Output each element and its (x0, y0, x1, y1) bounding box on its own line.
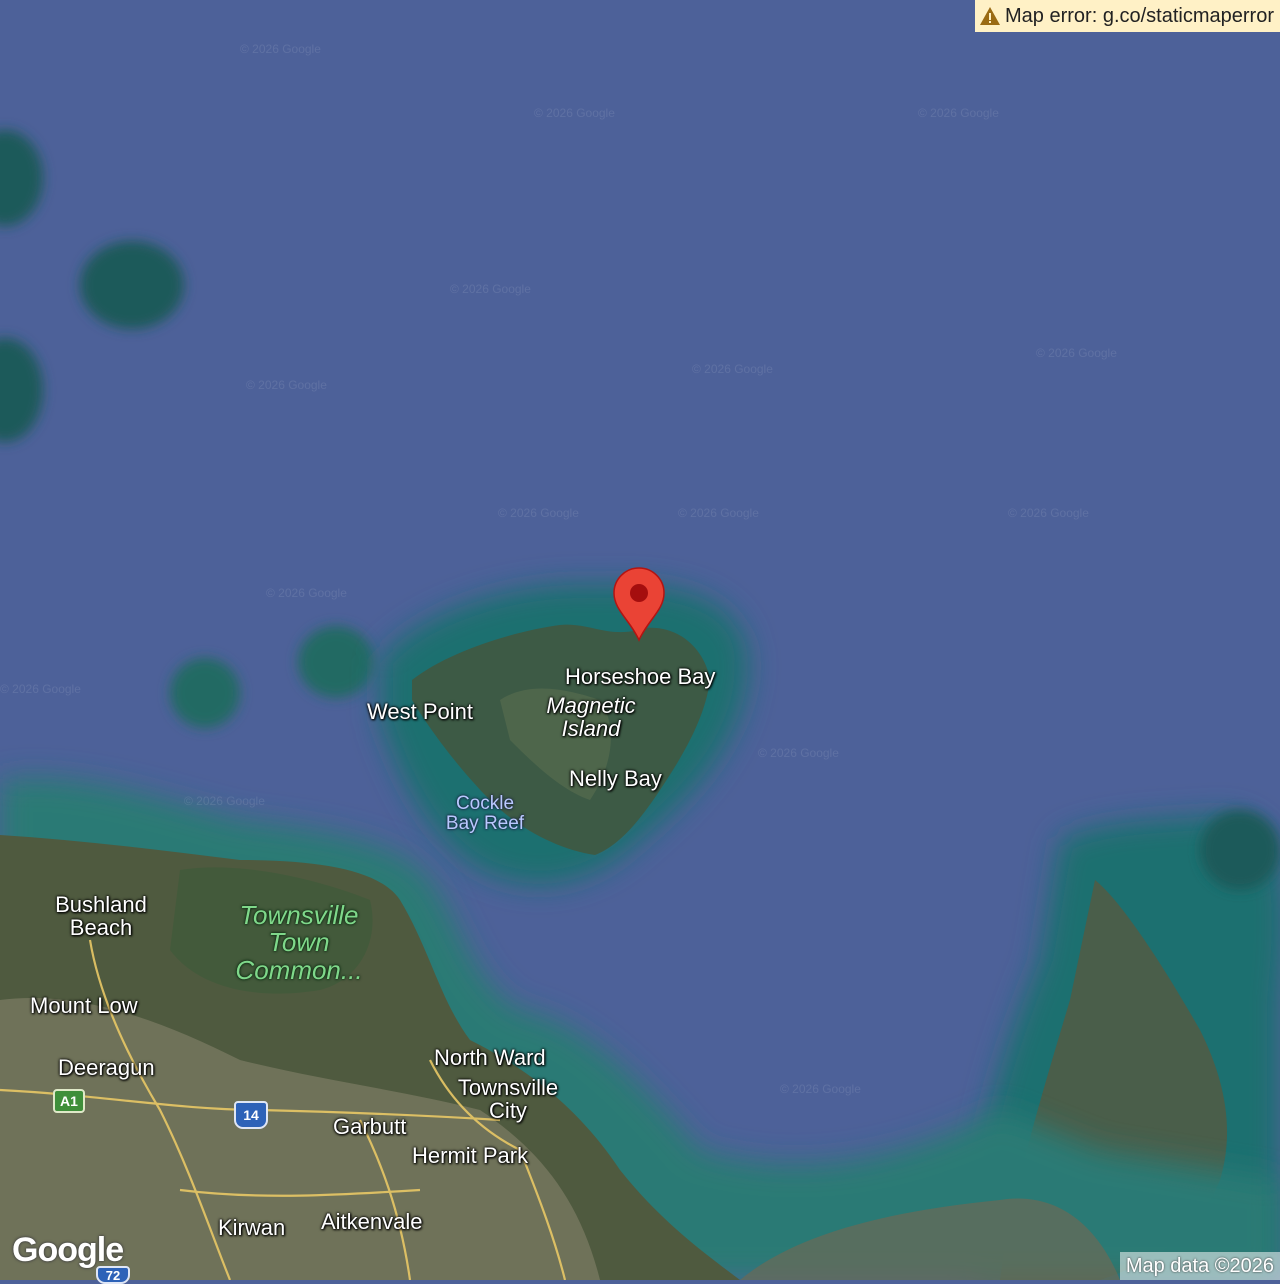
watermark: © 2026 Google (758, 746, 839, 760)
place-label-magnetic-island: Magnetic Island (541, 694, 641, 740)
watermark: © 2026 Google (692, 362, 773, 376)
watermark: © 2026 Google (266, 586, 347, 600)
label-line: Bay Reef (445, 812, 525, 834)
watermark: © 2026 Google (678, 506, 759, 520)
place-label-mount-low: Mount Low (30, 993, 138, 1018)
map-error-banner[interactable]: Map error: g.co/staticmaperror (975, 0, 1280, 32)
watermark: © 2026 Google (1008, 506, 1089, 520)
route-shield-14: 14 (234, 1101, 268, 1129)
place-label-townsville-city: Townsville City (448, 1076, 568, 1122)
watermark: © 2026 Google (534, 106, 615, 120)
watermark: © 2026 Google (246, 378, 327, 392)
watermark: © 2026 Google (184, 794, 265, 808)
map-error-text: Map error: g.co/staticmaperror (1005, 4, 1274, 27)
label-line: Cockle (455, 793, 515, 814)
watermark: © 2026 Google (450, 282, 531, 296)
label-line: Beach (69, 915, 133, 941)
label-line: Townsville (457, 1075, 559, 1100)
place-label-north-ward: North Ward (434, 1045, 546, 1070)
place-label-aitkenvale: Aitkenvale (321, 1209, 423, 1234)
watermark: © 2026 Google (780, 1082, 861, 1096)
watermark: © 2026 Google (240, 42, 321, 56)
label-line: Magnetic (546, 693, 636, 718)
place-label-hermit-park: Hermit Park (412, 1143, 529, 1168)
warning-icon (980, 7, 1001, 25)
watermark: © 2026 Google (1036, 346, 1117, 360)
place-label-garbutt: Garbutt (333, 1114, 407, 1139)
route-shield-a1: A1 (53, 1089, 85, 1113)
place-label-bushland-beach: Bushland Beach (46, 893, 156, 939)
place-label-horseshoe-bay: Horseshoe Bay (565, 664, 716, 689)
place-label-deeragun: Deeragun (58, 1055, 155, 1080)
place-label-kirwan: Kirwan (218, 1215, 286, 1240)
label-line: Common... (235, 954, 363, 985)
google-logo: Google (12, 1231, 124, 1269)
label-line: Island (561, 716, 621, 742)
watermark: © 2026 Google (498, 506, 579, 520)
label-line: Town (268, 927, 330, 958)
watermark: © 2026 Google (918, 106, 999, 120)
place-label-west-point: West Point (367, 699, 473, 724)
satellite-map[interactable] (0, 0, 1280, 1280)
place-label-nelly-bay: Nelly Bay (569, 766, 662, 791)
watermark: © 2026 Google (0, 682, 81, 696)
label-line: Townsville (239, 900, 359, 930)
reef-label-cockle-bay-reef: Cockle Bay Reef (440, 794, 530, 834)
label-line: City (489, 1098, 527, 1124)
label-line: Bushland (55, 892, 147, 917)
map-attribution: Map data ©2026 (1119, 1252, 1280, 1280)
park-label-townsville-town-common: Townsville Town Common... (224, 900, 374, 985)
